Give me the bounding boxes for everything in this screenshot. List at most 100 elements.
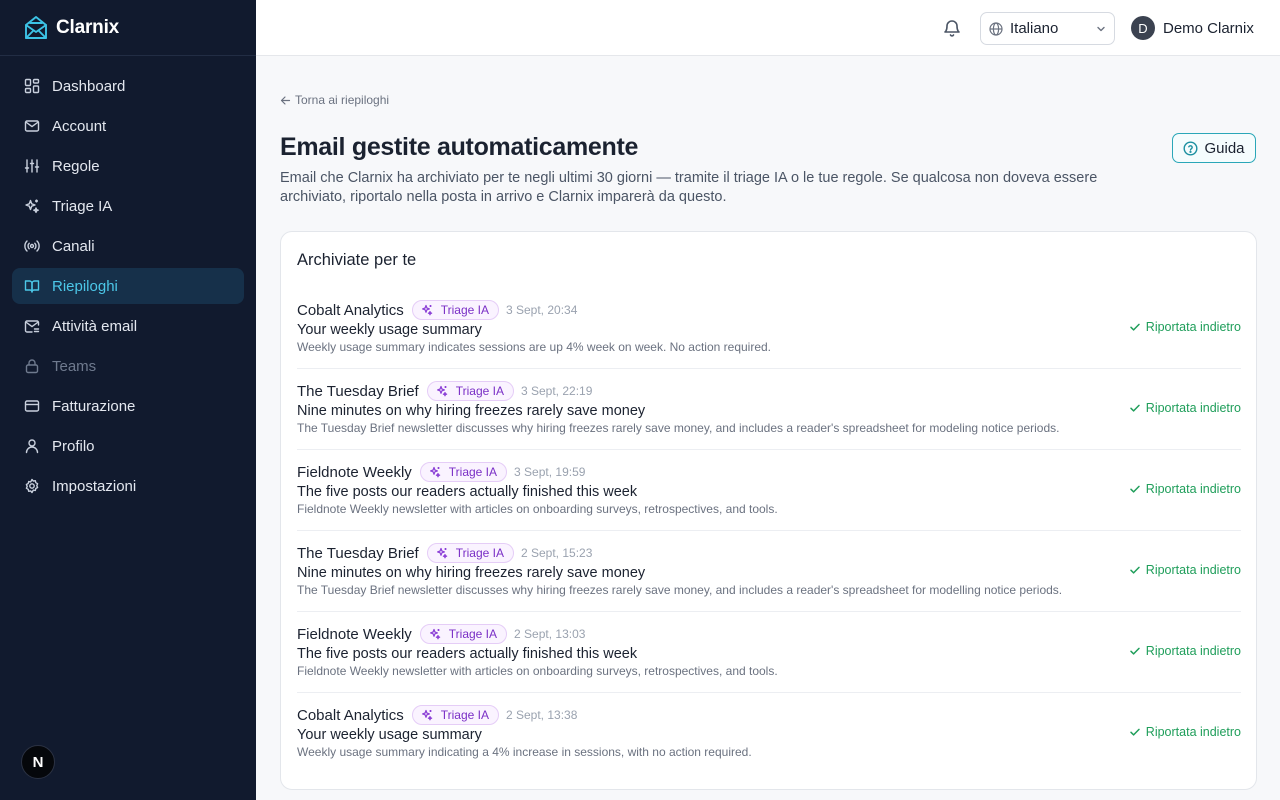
email-row[interactable]: The Tuesday Brief Triage IA 3 Sept, 22:19 N… bbox=[297, 369, 1241, 450]
triage-badge: Triage IA bbox=[426, 543, 514, 563]
email-sender: Fieldnote Weekly bbox=[297, 463, 412, 481]
email-row[interactable]: Fieldnote Weekly Triage IA 2 Sept, 13:03 Th… bbox=[297, 612, 1241, 693]
reported-back-label: Riportata indietro bbox=[1145, 644, 1241, 658]
reported-back-status: Riportata indietro bbox=[1129, 563, 1241, 577]
triage-badge-label: Triage IA bbox=[440, 708, 489, 722]
triage-badge-label: Triage IA bbox=[440, 303, 489, 317]
triage-badge: Triage IA bbox=[419, 462, 508, 482]
reported-back-label: Riportata indietro bbox=[1145, 320, 1241, 334]
check-icon bbox=[1129, 645, 1141, 657]
mail-icon bbox=[24, 118, 40, 134]
email-summary: Fieldnote Weekly newsletter with article… bbox=[297, 502, 778, 516]
reported-back-label: Riportata indietro bbox=[1145, 401, 1241, 415]
sidebar-item-riepiloghi[interactable]: Riepiloghi bbox=[12, 268, 244, 304]
reported-back-status: Riportata indietro bbox=[1129, 482, 1241, 496]
triage-badge-label: Triage IA bbox=[448, 465, 498, 479]
credit-card-icon bbox=[24, 398, 40, 414]
sparkles-icon bbox=[429, 628, 441, 640]
guide-button-label: Guida bbox=[1204, 139, 1245, 157]
radio-icon bbox=[24, 238, 40, 254]
sidebar-item-label: Teams bbox=[52, 357, 97, 375]
email-summary: The Tuesday Brief newsletter discusses w… bbox=[297, 421, 1060, 435]
email-row[interactable]: Fieldnote Weekly Triage IA 3 Sept, 19:59 Th… bbox=[297, 450, 1241, 531]
email-meta: The Tuesday Brief Triage IA 2 Sept, 15:23 bbox=[297, 543, 592, 563]
sidebar-item-triage-ia[interactable]: Triage IA bbox=[12, 188, 244, 224]
triage-badge-label: Triage IA bbox=[455, 546, 504, 560]
sidebar-item-label: Dashboard bbox=[52, 77, 126, 95]
page-title: Email gestite automaticamente bbox=[280, 133, 639, 161]
email-subject: Nine minutes on why hiring freezes rarel… bbox=[297, 403, 646, 419]
help-circle-icon bbox=[1183, 140, 1198, 156]
reported-back-label: Riportata indietro bbox=[1145, 725, 1241, 739]
email-subject: Nine minutes on why hiring freezes rarel… bbox=[297, 565, 646, 581]
app-name: Clarnix bbox=[56, 16, 120, 38]
back-link[interactable]: Torna ai riepiloghi bbox=[280, 93, 389, 107]
sidebar-item-impostazioni[interactable]: Impostazioni bbox=[12, 468, 244, 504]
email-date: 2 Sept, 13:03 bbox=[514, 627, 586, 641]
sidebar-item-account[interactable]: Account bbox=[12, 108, 244, 144]
sidebar-item-label: Triage IA bbox=[52, 197, 113, 215]
triage-badge: Triage IA bbox=[426, 381, 514, 401]
check-icon bbox=[1129, 321, 1141, 333]
sidebar-nav: Dashboard Account Regole Triage IA Canali Rie… bbox=[0, 56, 256, 520]
sidebar-item-dashboard[interactable]: Dashboard bbox=[12, 68, 244, 104]
email-summary: Weekly usage summary indicating a 4% inc… bbox=[297, 745, 752, 759]
check-icon bbox=[1129, 483, 1141, 495]
language-select[interactable]: Italiano bbox=[980, 12, 1115, 45]
guide-button[interactable]: Guida bbox=[1172, 133, 1256, 163]
email-row[interactable]: Cobalt Analytics Triage IA 3 Sept, 20:34 Yo… bbox=[297, 288, 1241, 369]
triage-badge-label: Triage IA bbox=[455, 384, 504, 398]
email-row[interactable]: Cobalt Analytics Triage IA 2 Sept, 13:38 Yo… bbox=[297, 693, 1241, 774]
sidebar-item-fatturazione[interactable]: Fatturazione bbox=[12, 388, 244, 424]
clarnix-logo-icon bbox=[24, 15, 48, 41]
language-value: Italiano bbox=[1010, 20, 1059, 37]
sparkles-icon bbox=[421, 304, 433, 316]
sidebar-item-regole[interactable]: Regole bbox=[12, 148, 244, 184]
check-icon bbox=[1129, 726, 1141, 738]
gear-icon bbox=[24, 478, 40, 494]
email-sender: Fieldnote Weekly bbox=[297, 625, 412, 643]
email-sender: The Tuesday Brief bbox=[297, 544, 419, 562]
brand[interactable]: Clarnix bbox=[0, 0, 256, 56]
book-open-icon bbox=[24, 278, 40, 294]
email-summary: Weekly usage summary indicates sessions … bbox=[297, 340, 772, 354]
email-subject: The five posts our readers actually fini… bbox=[297, 646, 638, 662]
sparkles-icon bbox=[436, 385, 448, 397]
reported-back-status: Riportata indietro bbox=[1129, 725, 1241, 739]
topbar: Italiano D Demo Clarnix bbox=[256, 0, 1280, 56]
sidebar-item-attivita-email[interactable]: Attività email bbox=[12, 308, 244, 344]
globe-icon bbox=[989, 21, 1003, 36]
sidebar-item-label: Profilo bbox=[52, 437, 95, 455]
archived-card: Archiviate per te Cobalt Analytics Triage… bbox=[280, 231, 1257, 790]
email-sender: Cobalt Analytics bbox=[297, 301, 404, 319]
user-icon bbox=[24, 438, 40, 454]
sidebar-item-label: Fatturazione bbox=[52, 397, 136, 415]
email-meta: Fieldnote Weekly Triage IA 3 Sept, 19:59 bbox=[297, 462, 585, 482]
email-sender: The Tuesday Brief bbox=[297, 382, 419, 400]
check-icon bbox=[1129, 564, 1141, 576]
back-link-label: Torna ai riepiloghi bbox=[295, 93, 390, 107]
sidebar-item-canali[interactable]: Canali bbox=[12, 228, 244, 264]
user-menu[interactable]: D Demo Clarnix bbox=[1131, 16, 1254, 40]
reported-back-status: Riportata indietro bbox=[1129, 401, 1241, 415]
email-date: 2 Sept, 13:38 bbox=[505, 708, 578, 722]
bell-icon[interactable] bbox=[942, 18, 962, 38]
lock-icon bbox=[24, 358, 40, 374]
email-sender: Cobalt Analytics bbox=[297, 706, 404, 724]
reported-back-status: Riportata indietro bbox=[1129, 320, 1241, 334]
sparkles-icon bbox=[421, 709, 433, 721]
email-row[interactable]: The Tuesday Brief Triage IA 2 Sept, 15:23 N… bbox=[297, 531, 1241, 612]
email-date: 3 Sept, 19:59 bbox=[514, 465, 586, 479]
sidebar: Clarnix Dashboard Account Regole Triage IA C… bbox=[0, 0, 256, 800]
workspace-avatar[interactable]: N bbox=[21, 745, 55, 779]
email-meta: The Tuesday Brief Triage IA 3 Sept, 22:19 bbox=[297, 381, 592, 401]
sidebar-item-profilo[interactable]: Profilo bbox=[12, 428, 244, 464]
reported-back-status: Riportata indietro bbox=[1129, 644, 1241, 658]
sparkles-icon bbox=[429, 466, 441, 478]
email-subject: The five posts our readers actually fini… bbox=[297, 484, 638, 500]
page-description: Email che Clarnix ha archiviato per te n… bbox=[280, 170, 1098, 205]
reported-back-label: Riportata indietro bbox=[1145, 563, 1241, 577]
email-subject: Your weekly usage summary bbox=[297, 322, 482, 338]
mail-activity-icon bbox=[24, 318, 40, 334]
sliders-icon bbox=[24, 158, 40, 174]
